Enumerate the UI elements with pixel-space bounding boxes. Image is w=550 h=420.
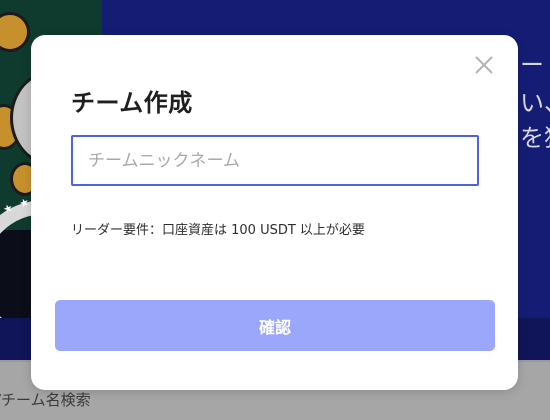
banner-text-line: い、 — [520, 89, 550, 117]
team-search-label: /チーム名検索 — [0, 391, 91, 409]
banner-text-line: ー — [520, 51, 544, 79]
banner-text-line: を獲 — [520, 124, 550, 152]
leader-requirement-text: リーダー要件：口座資産は 100 USDT 以上が必要 — [71, 223, 365, 238]
create-team-dialog: チーム作成 リーダー要件：口座資産は 100 USDT 以上が必要 確認 — [31, 35, 518, 390]
close-icon — [475, 56, 493, 74]
page: ★ ★ ★ ー い、 を獲 /チーム名検索 チーム作成 リーダー要件：口座資産は… — [0, 0, 550, 420]
dialog-title: チーム作成 — [71, 89, 193, 117]
confirm-button[interactable]: 確認 — [55, 300, 495, 351]
team-nickname-input[interactable] — [71, 135, 479, 186]
close-button[interactable] — [472, 53, 496, 77]
